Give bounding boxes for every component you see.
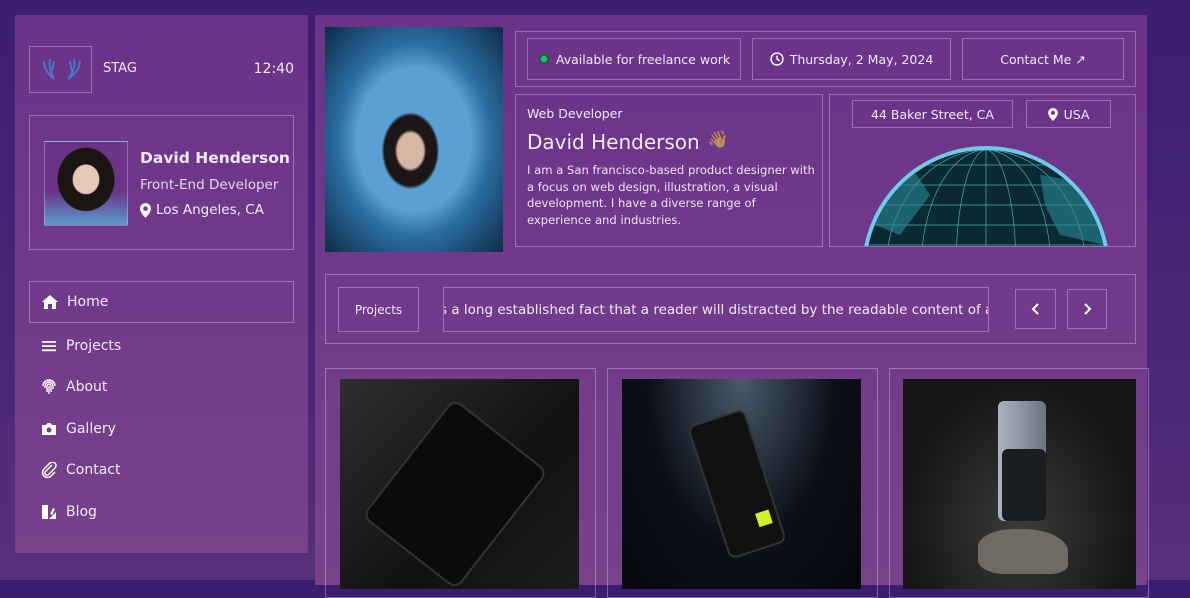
project-image-ipad[interactable] bbox=[340, 379, 579, 589]
paperclip-icon bbox=[41, 462, 57, 478]
sidebar-item-label: Blog bbox=[66, 504, 97, 520]
sidebar-item-contact[interactable]: Contact bbox=[29, 449, 294, 491]
bio-eyebrow: Web Developer bbox=[527, 106, 623, 121]
freelance-status: Available for freelance work bbox=[527, 38, 741, 80]
brand-name: STAG bbox=[103, 61, 137, 76]
sidebar-item-label: About bbox=[66, 379, 108, 395]
date-display: Thursday, 2 May, 2024 bbox=[752, 38, 951, 80]
date-text: Thursday, 2 May, 2024 bbox=[789, 51, 934, 67]
profile-location: Los Angeles, CA bbox=[140, 202, 264, 218]
list-icon bbox=[42, 341, 56, 352]
fingerprint-icon bbox=[42, 379, 56, 394]
sidebar-item-label: Home bbox=[67, 294, 109, 310]
project-image-iphone[interactable] bbox=[903, 379, 1136, 589]
clock-icon bbox=[770, 52, 784, 66]
wave-emoji: 👋🏽 bbox=[707, 130, 729, 150]
contact-me-button[interactable]: Contact Me ↗ bbox=[962, 38, 1124, 80]
map-pin-icon bbox=[1047, 107, 1058, 121]
bio-text: I am a San francisco-based product desig… bbox=[527, 163, 815, 227]
logo[interactable] bbox=[29, 46, 92, 93]
profile-location-text: Los Angeles, CA bbox=[156, 202, 264, 218]
ticker-text: s a long established fact that a reader … bbox=[443, 301, 989, 318]
hero-photo bbox=[325, 27, 503, 252]
camera-icon bbox=[42, 423, 56, 435]
profile-name: David Henderson bbox=[140, 149, 290, 167]
avatar bbox=[44, 141, 128, 226]
project-image-phone[interactable] bbox=[622, 379, 861, 589]
antlers-icon bbox=[43, 58, 81, 80]
chevron-left-icon bbox=[1031, 303, 1039, 315]
profile-role: Front-End Developer bbox=[140, 177, 279, 193]
map-pin-icon bbox=[140, 202, 151, 218]
bio-name-text: David Henderson bbox=[527, 130, 700, 154]
sidebar-item-blog[interactable]: Blog bbox=[29, 491, 294, 533]
chevron-right-icon bbox=[1084, 303, 1092, 315]
status-dot-icon bbox=[537, 53, 550, 65]
sidebar-item-about[interactable]: About bbox=[29, 366, 294, 408]
sidebar-item-label: Contact bbox=[66, 462, 121, 478]
sidebar-item-home[interactable]: Home bbox=[29, 281, 294, 323]
ticker-marquee: s a long established fact that a reader … bbox=[443, 287, 989, 332]
sidebar-item-label: Gallery bbox=[66, 421, 116, 437]
country-badge: USA bbox=[1026, 100, 1111, 128]
prev-button[interactable] bbox=[1015, 289, 1056, 329]
bio-name: David Henderson 👋🏽 bbox=[527, 130, 729, 154]
sidebar-item-gallery[interactable]: Gallery bbox=[29, 408, 294, 450]
country-text: USA bbox=[1063, 106, 1090, 122]
status-text: Available for freelance work bbox=[555, 51, 731, 67]
ticker-label: Projects bbox=[338, 287, 419, 332]
address-badge: 44 Baker Street, CA bbox=[852, 100, 1013, 128]
clock: 12:40 bbox=[253, 61, 294, 77]
sidebar-item-projects[interactable]: Projects bbox=[29, 325, 294, 367]
blog-icon bbox=[42, 505, 56, 519]
sidebar-item-label: Projects bbox=[66, 338, 122, 354]
home-icon bbox=[42, 295, 58, 309]
next-button[interactable] bbox=[1067, 289, 1107, 329]
